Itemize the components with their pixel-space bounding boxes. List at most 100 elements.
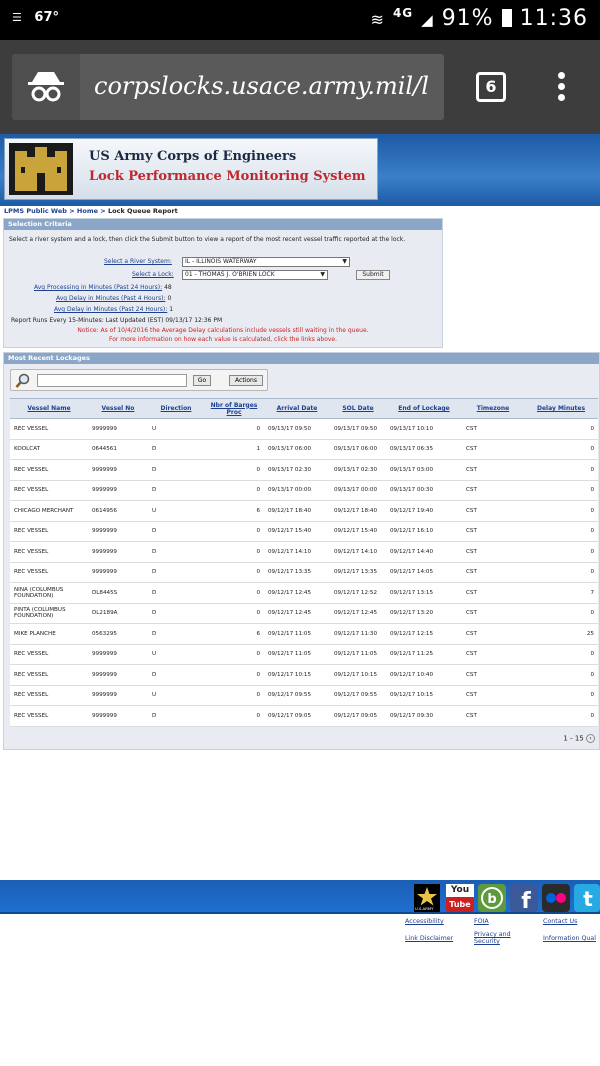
breadcrumb-home[interactable]: Home bbox=[77, 207, 98, 215]
table-row: REC VESSEL 9999999 U 0 09/12/17 11:05 09/12/1… bbox=[10, 644, 598, 665]
direction-cell: D bbox=[148, 459, 204, 481]
end-of-lockage-cell: 09/12/17 11:25 bbox=[386, 644, 462, 665]
go-button[interactable]: Go bbox=[193, 375, 211, 386]
footer-link-contact[interactable]: Contact Us bbox=[543, 918, 577, 925]
sol-date-cell: 09/12/17 09:05 bbox=[330, 705, 386, 727]
avg-delay4-link[interactable]: Avg Delay in Minutes (Past 4 Hours): bbox=[56, 295, 165, 302]
vessel-no-cell: 9999999 bbox=[88, 521, 148, 542]
blog-icon[interactable]: b bbox=[478, 884, 506, 912]
barges-cell: 0 bbox=[204, 603, 264, 624]
col-delay-minutes[interactable]: Delay Minutes bbox=[524, 398, 598, 419]
svg-text:t: t bbox=[583, 887, 593, 911]
river-system-select[interactable]: IL - ILLINOIS WATERWAY ▼ bbox=[182, 257, 350, 267]
direction-cell: U bbox=[148, 644, 204, 665]
barges-cell: 0 bbox=[204, 521, 264, 542]
sol-date-cell: 09/13/17 02:30 bbox=[330, 459, 386, 481]
avg-delay24-row: Avg Delay in Minutes (Past 24 Hours): 1 bbox=[54, 306, 173, 313]
barges-cell: 0 bbox=[204, 541, 264, 563]
avg-processing-row: Avg Processing in Minutes (Past 24 Hours… bbox=[34, 284, 172, 291]
arrival-date-cell: 09/12/17 14:10 bbox=[264, 541, 330, 563]
vessel-no-cell: 9999999 bbox=[88, 562, 148, 583]
next-page-icon[interactable]: › bbox=[586, 734, 595, 743]
end-of-lockage-cell: 09/12/17 19:40 bbox=[386, 500, 462, 522]
url-text[interactable]: corpslocks.usace.army.mil/l bbox=[94, 72, 439, 100]
overflow-menu-icon[interactable] bbox=[555, 72, 567, 104]
lock-select[interactable]: 01 - THOMAS J. O'BRIEN LOCK ▼ bbox=[182, 270, 328, 280]
vessel-no-cell: 9999999 bbox=[88, 480, 148, 501]
timezone-cell: CST bbox=[462, 664, 524, 686]
avg-delay24-link[interactable]: Avg Delay in Minutes (Past 24 Hours): bbox=[54, 306, 167, 313]
timezone-cell: CST bbox=[462, 418, 524, 440]
address-bar[interactable]: corpslocks.usace.army.mil/l bbox=[12, 54, 444, 120]
vessel-name-cell: REC VESSEL bbox=[10, 541, 88, 563]
col-direction[interactable]: Direction bbox=[148, 398, 204, 419]
twitter-icon[interactable]: t bbox=[574, 884, 600, 912]
vessel-name-cell: REC VESSEL bbox=[10, 685, 88, 706]
col-end-of-lockage[interactable]: End of Lockage bbox=[386, 398, 462, 419]
timezone-cell: CST bbox=[462, 500, 524, 522]
search-icon[interactable] bbox=[15, 373, 31, 389]
avg-delay24-value: 1 bbox=[169, 306, 174, 313]
delay-minutes-cell: 0 bbox=[524, 439, 598, 460]
breadcrumb-lpms[interactable]: LPMS Public Web bbox=[4, 207, 67, 215]
sol-date-cell: 09/12/17 12:52 bbox=[330, 582, 386, 604]
flickr-icon[interactable] bbox=[542, 884, 570, 912]
river-system-value: IL - ILLINOIS WATERWAY bbox=[185, 258, 257, 265]
river-system-label: Select a River System: bbox=[104, 258, 172, 265]
table-row: MIKE PLANCHE 0563295 D 6 09/12/17 11:05 09/12… bbox=[10, 623, 598, 645]
vessel-no-cell: 9999999 bbox=[88, 418, 148, 440]
end-of-lockage-cell: 09/13/17 10:10 bbox=[386, 418, 462, 440]
browser-toolbar: corpslocks.usace.army.mil/l 6 bbox=[0, 40, 600, 134]
arrival-date-cell: 09/12/17 11:05 bbox=[264, 644, 330, 665]
vessel-name-cell: REC VESSEL bbox=[10, 705, 88, 727]
col-sol-date[interactable]: SOL Date bbox=[330, 398, 386, 419]
delay-minutes-cell: 25 bbox=[524, 623, 598, 645]
col-timezone[interactable]: Timezone bbox=[462, 398, 524, 419]
army-star-icon[interactable]: U.S.ARMY bbox=[414, 884, 440, 912]
delay-minutes-cell: 0 bbox=[524, 480, 598, 501]
footer-link-info-quality[interactable]: Information Qual bbox=[543, 935, 600, 942]
youtube-icon[interactable]: You Tube bbox=[446, 884, 474, 912]
submit-button[interactable]: Submit bbox=[356, 270, 390, 280]
breadcrumb-separator: > bbox=[69, 207, 75, 215]
tab-switcher-button[interactable]: 6 bbox=[476, 72, 506, 102]
col-vessel-no[interactable]: Vessel No bbox=[88, 398, 148, 419]
timezone-cell: CST bbox=[462, 439, 524, 460]
barges-cell: 0 bbox=[204, 480, 264, 501]
sol-date-cell: 09/12/17 13:35 bbox=[330, 562, 386, 583]
arrival-date-cell: 09/13/17 06:00 bbox=[264, 439, 330, 460]
vessel-no-cell: 0563295 bbox=[88, 623, 148, 645]
search-input[interactable] bbox=[37, 374, 187, 387]
footer-link-foia[interactable]: FOIA bbox=[474, 918, 489, 925]
footer-link-accessibility[interactable]: Accessibility bbox=[405, 918, 444, 925]
table-row: REC VESSEL 9999999 D 0 09/12/17 10:15 09/12/1… bbox=[10, 664, 598, 686]
status-left: ☰ 67° bbox=[12, 10, 59, 25]
col-barges[interactable]: Nbr of Barges Proc bbox=[204, 398, 264, 419]
footer-link-privacy[interactable]: Privacy and Security bbox=[474, 931, 534, 945]
timezone-cell: CST bbox=[462, 480, 524, 501]
barges-cell: 0 bbox=[204, 562, 264, 583]
end-of-lockage-cell: 09/12/17 16:10 bbox=[386, 521, 462, 542]
table-header-row: Vessel Name Vessel No Direction Nbr of B… bbox=[10, 398, 598, 419]
selection-instructions: Select a river system and a lock, then c… bbox=[9, 236, 406, 243]
vessel-name-cell: REC VESSEL bbox=[10, 480, 88, 501]
incognito-icon[interactable] bbox=[12, 54, 80, 120]
sol-date-cell: 09/12/17 09:55 bbox=[330, 685, 386, 706]
lock-value: 01 - THOMAS J. O'BRIEN LOCK bbox=[185, 271, 275, 278]
vessel-name-cell: NINA (COLUMBUS FOUNDATION) bbox=[10, 582, 88, 604]
col-arrival-date[interactable]: Arrival Date bbox=[264, 398, 330, 419]
timezone-cell: CST bbox=[462, 541, 524, 563]
direction-cell: D bbox=[148, 582, 204, 604]
timezone-cell: CST bbox=[462, 603, 524, 624]
facebook-icon[interactable]: f bbox=[510, 884, 538, 914]
report-runs: Report Runs Every 15-Minutes: Last Updat… bbox=[11, 317, 223, 324]
vessel-name-cell: MIKE PLANCHE bbox=[10, 623, 88, 645]
table-row: REC VESSEL 9999999 D 0 09/13/17 02:30 09/13/1… bbox=[10, 459, 598, 481]
actions-button[interactable]: Actions bbox=[229, 375, 263, 386]
arrival-date-cell: 09/13/17 09:50 bbox=[264, 418, 330, 440]
footer-link-disclaimer[interactable]: Link Disclaimer bbox=[405, 935, 453, 942]
avg-processing-link[interactable]: Avg Processing in Minutes (Past 24 Hours… bbox=[34, 284, 162, 291]
end-of-lockage-cell: 09/13/17 00:30 bbox=[386, 480, 462, 501]
sol-date-cell: 09/13/17 09:50 bbox=[330, 418, 386, 440]
col-vessel-name[interactable]: Vessel Name bbox=[10, 398, 88, 419]
